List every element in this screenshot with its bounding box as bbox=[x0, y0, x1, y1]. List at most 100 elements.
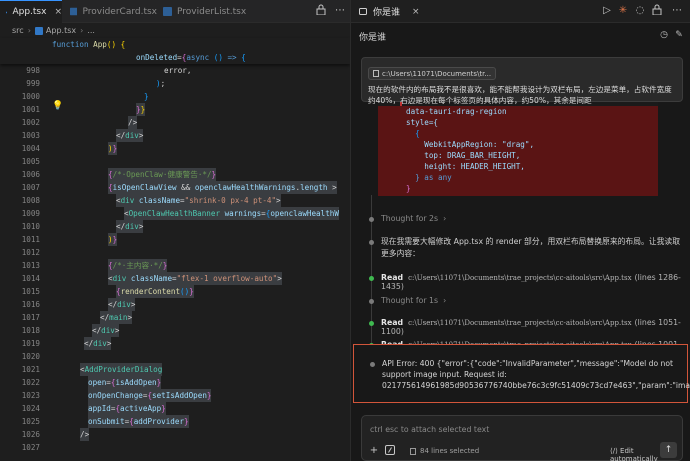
typescript-file-icon bbox=[163, 7, 172, 16]
close-icon[interactable]: × bbox=[54, 7, 62, 17]
read-path[interactable]: c:\Users\11071\Documents\trae_projects\c… bbox=[408, 319, 631, 327]
lock-icon[interactable] bbox=[650, 4, 664, 18]
file-icon bbox=[410, 447, 416, 455]
tab-provider-card[interactable]: ProviderCard.tsx bbox=[64, 0, 157, 23]
lines-selected-label: 84 lines selected bbox=[420, 447, 480, 455]
code-line: {/*·主内容·*/} bbox=[108, 259, 168, 272]
tab-provider-list[interactable]: ProviderList.tsx bbox=[157, 0, 252, 23]
user-message[interactable]: c:\Users\11071\Documents\tr... 现在的软件内的布局… bbox=[361, 57, 683, 105]
more-icon[interactable]: ⋯ bbox=[333, 4, 347, 18]
thought-item[interactable]: Thought for 1s › bbox=[381, 296, 446, 305]
close-icon[interactable]: × bbox=[412, 7, 420, 17]
line-number: 1021 bbox=[21, 365, 40, 374]
error-message: API Error: 400 {"error":{"code":"Invalid… bbox=[353, 344, 690, 403]
breadcrumb-file[interactable]: App.tsx bbox=[46, 26, 76, 35]
timeline-dot bbox=[369, 299, 374, 304]
code-line: )} bbox=[108, 233, 118, 246]
thought-label: Thought for 1s bbox=[381, 296, 439, 305]
selection-indicator[interactable]: 84 lines selected bbox=[410, 447, 479, 455]
sticky-line-2: onDeleted={async () => { bbox=[136, 53, 246, 62]
line-number: 1019 bbox=[21, 339, 40, 348]
run-icon[interactable]: ▷ bbox=[600, 4, 614, 18]
file-icon bbox=[373, 70, 379, 77]
lock-icon[interactable] bbox=[314, 4, 328, 18]
chat-composer: + 84 lines selected ⟨/⟩ Edit automatical… bbox=[361, 415, 683, 461]
new-chat-icon[interactable]: ✎ bbox=[673, 29, 685, 41]
edit-mode-icon: ⟨/⟩ bbox=[610, 447, 621, 455]
diff-line: style={ bbox=[378, 117, 658, 128]
code-line: )} bbox=[108, 142, 118, 155]
tab-label: App.tsx bbox=[12, 7, 47, 17]
line-number: 1027 bbox=[21, 443, 40, 452]
code-line: </div> bbox=[92, 324, 120, 337]
timeline-dot bbox=[369, 217, 374, 222]
chevron-right-icon: › bbox=[443, 214, 447, 223]
line-number: 1013 bbox=[21, 261, 40, 270]
code-line: <OpenClawHealthBanner warnings={openclaw… bbox=[124, 207, 339, 220]
chevron-right-icon: › bbox=[27, 26, 31, 35]
more-icon[interactable]: ⋯ bbox=[670, 4, 684, 18]
line-number: 1005 bbox=[21, 157, 40, 166]
read-path[interactable]: c:\Users\11071\Documents\trae_projects\c… bbox=[408, 274, 631, 282]
chevron-right-icon: › bbox=[80, 26, 84, 35]
line-number: 1012 bbox=[21, 248, 40, 257]
tab-app-tsx[interactable]: App.tsx × bbox=[0, 0, 62, 23]
line-number: 1007 bbox=[21, 183, 40, 192]
line-number: 998 bbox=[26, 66, 40, 75]
tab-chat[interactable]: 你是谁 × bbox=[359, 0, 420, 23]
breadcrumb-folder[interactable]: src bbox=[12, 26, 24, 35]
code-diff-block: data-tauri-drag-region style={ { WebkitA… bbox=[378, 100, 658, 196]
breadcrumb-more[interactable]: ... bbox=[87, 26, 95, 35]
typescript-file-icon bbox=[6, 11, 8, 13]
code-line: /> bbox=[128, 116, 138, 129]
timeline-dot bbox=[369, 276, 374, 281]
line-number: 1006 bbox=[21, 170, 40, 179]
code-line: </div> bbox=[84, 337, 112, 350]
lightbulb-icon[interactable]: 💡 bbox=[52, 101, 63, 111]
line-number: 1024 bbox=[21, 404, 40, 413]
diff-line: top: DRAG_BAR_HEIGHT, bbox=[378, 150, 658, 161]
history-icon[interactable]: ◷ bbox=[658, 29, 670, 41]
tab-label: ProviderCard.tsx bbox=[82, 6, 157, 17]
code-line: }} bbox=[136, 103, 146, 116]
diff-line: height: HEADER_HEIGHT, bbox=[378, 161, 658, 172]
tab-label: 你是谁 bbox=[373, 8, 401, 18]
line-number: 1025 bbox=[21, 417, 40, 426]
error-text: API Error: 400 {"error":{"code":"Invalid… bbox=[382, 359, 690, 390]
thought-item[interactable]: Thought for 2s › bbox=[381, 214, 446, 223]
slash-command-icon[interactable] bbox=[384, 445, 396, 457]
chevron-right-icon: › bbox=[443, 296, 447, 305]
code-line: <AddProviderDialog bbox=[80, 363, 163, 376]
diff-line: WebkitAppRegion: "drag", bbox=[378, 139, 658, 150]
line-number: 1002 bbox=[21, 118, 40, 127]
editor-tab-bar: App.tsx × ProviderCard.tsx ProviderList.… bbox=[0, 0, 350, 23]
send-button[interactable]: ↑ bbox=[660, 442, 677, 458]
line-number: 999 bbox=[26, 79, 40, 88]
claude-icon[interactable]: ✳ bbox=[616, 4, 630, 18]
sticky-scroll[interactable]: function App() { onDeleted={async () => … bbox=[0, 38, 350, 64]
code-line: {/*·OpenClaw·健康警告·*/} bbox=[108, 168, 217, 181]
line-number: 1008 bbox=[21, 196, 40, 205]
chat-input[interactable] bbox=[370, 422, 670, 436]
dots-icon[interactable]: ◌ bbox=[633, 4, 647, 18]
code-line: </main> bbox=[100, 311, 133, 324]
code-line: </div> bbox=[116, 220, 144, 233]
diff-line: > bbox=[378, 194, 658, 196]
diff-line: } as any bbox=[378, 172, 658, 183]
code-line: ); bbox=[156, 79, 166, 88]
sticky-line-1: function App() { bbox=[52, 40, 126, 49]
arrow-up-icon: ↑ bbox=[664, 445, 673, 455]
code-line: onOpenChange={setIsAddOpen} bbox=[88, 389, 212, 402]
diff-line: data-tauri-drag-region bbox=[378, 106, 658, 117]
chat-tab-bar: 你是谁 × ▷ ✳ ◌ ⋯ bbox=[351, 0, 690, 23]
attached-file-chip[interactable]: c:\Users\11071\Documents\tr... bbox=[368, 67, 497, 80]
code-line: </div> bbox=[116, 129, 144, 142]
code-line: <div className="shrink-0 px-4 pt-4"> bbox=[116, 194, 281, 207]
plus-icon[interactable]: + bbox=[368, 445, 380, 457]
read-item[interactable]: Read c:\Users\11071\Documents\trae_projec… bbox=[381, 273, 690, 291]
read-item[interactable]: Read c:\Users\11071\Documents\trae_projec… bbox=[381, 318, 690, 336]
thought-label: Thought for 2s bbox=[381, 214, 439, 223]
line-number: 1009 bbox=[21, 209, 40, 218]
code-line: {renderContent()} bbox=[116, 285, 194, 298]
